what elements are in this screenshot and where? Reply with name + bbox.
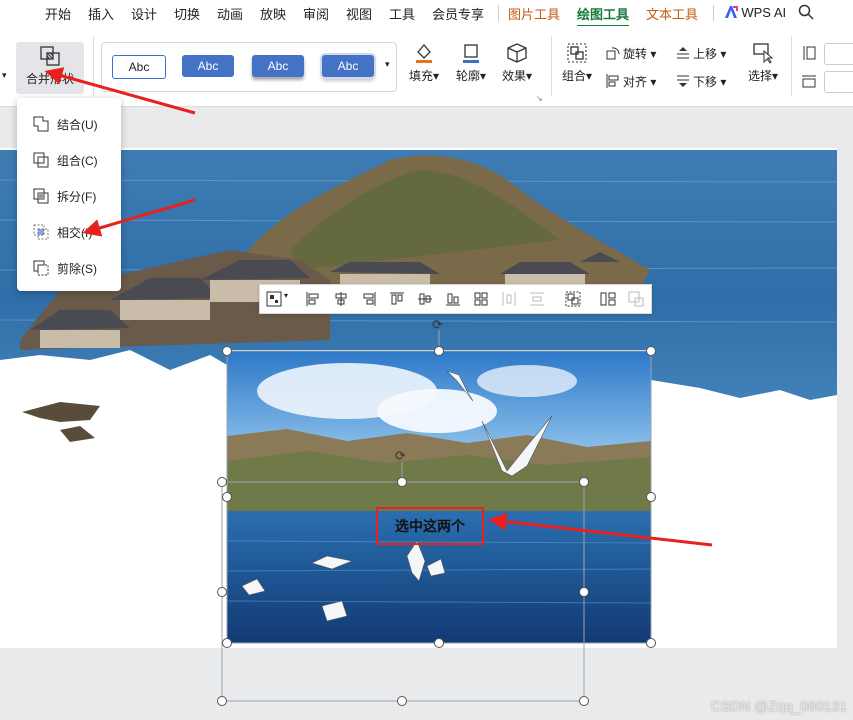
resize-handle[interactable] xyxy=(222,346,232,356)
resize-handle[interactable] xyxy=(397,696,407,706)
resize-handle[interactable] xyxy=(579,696,589,706)
resize-handle[interactable] xyxy=(579,587,589,597)
resize-handle[interactable] xyxy=(222,492,232,502)
rotate-handle-icon[interactable]: ⟳ xyxy=(432,317,443,333)
resize-handle[interactable] xyxy=(434,638,444,648)
resize-handle[interactable] xyxy=(646,492,656,502)
resize-handle[interactable] xyxy=(434,346,444,356)
resize-handle[interactable] xyxy=(646,346,656,356)
selection-overlay xyxy=(221,330,652,702)
resize-handle[interactable] xyxy=(217,696,227,706)
resize-handle[interactable] xyxy=(217,477,227,487)
resize-handle[interactable] xyxy=(217,587,227,597)
resize-handle[interactable] xyxy=(222,638,232,648)
watermark: CSDN @Zqq_060131 xyxy=(710,698,847,714)
resize-handle[interactable] xyxy=(397,477,407,487)
annotation-callout: 选中这两个 xyxy=(376,507,484,545)
resize-handle[interactable] xyxy=(579,477,589,487)
resize-handle[interactable] xyxy=(646,638,656,648)
rotate-handle-icon[interactable]: ⟳ xyxy=(395,448,406,464)
